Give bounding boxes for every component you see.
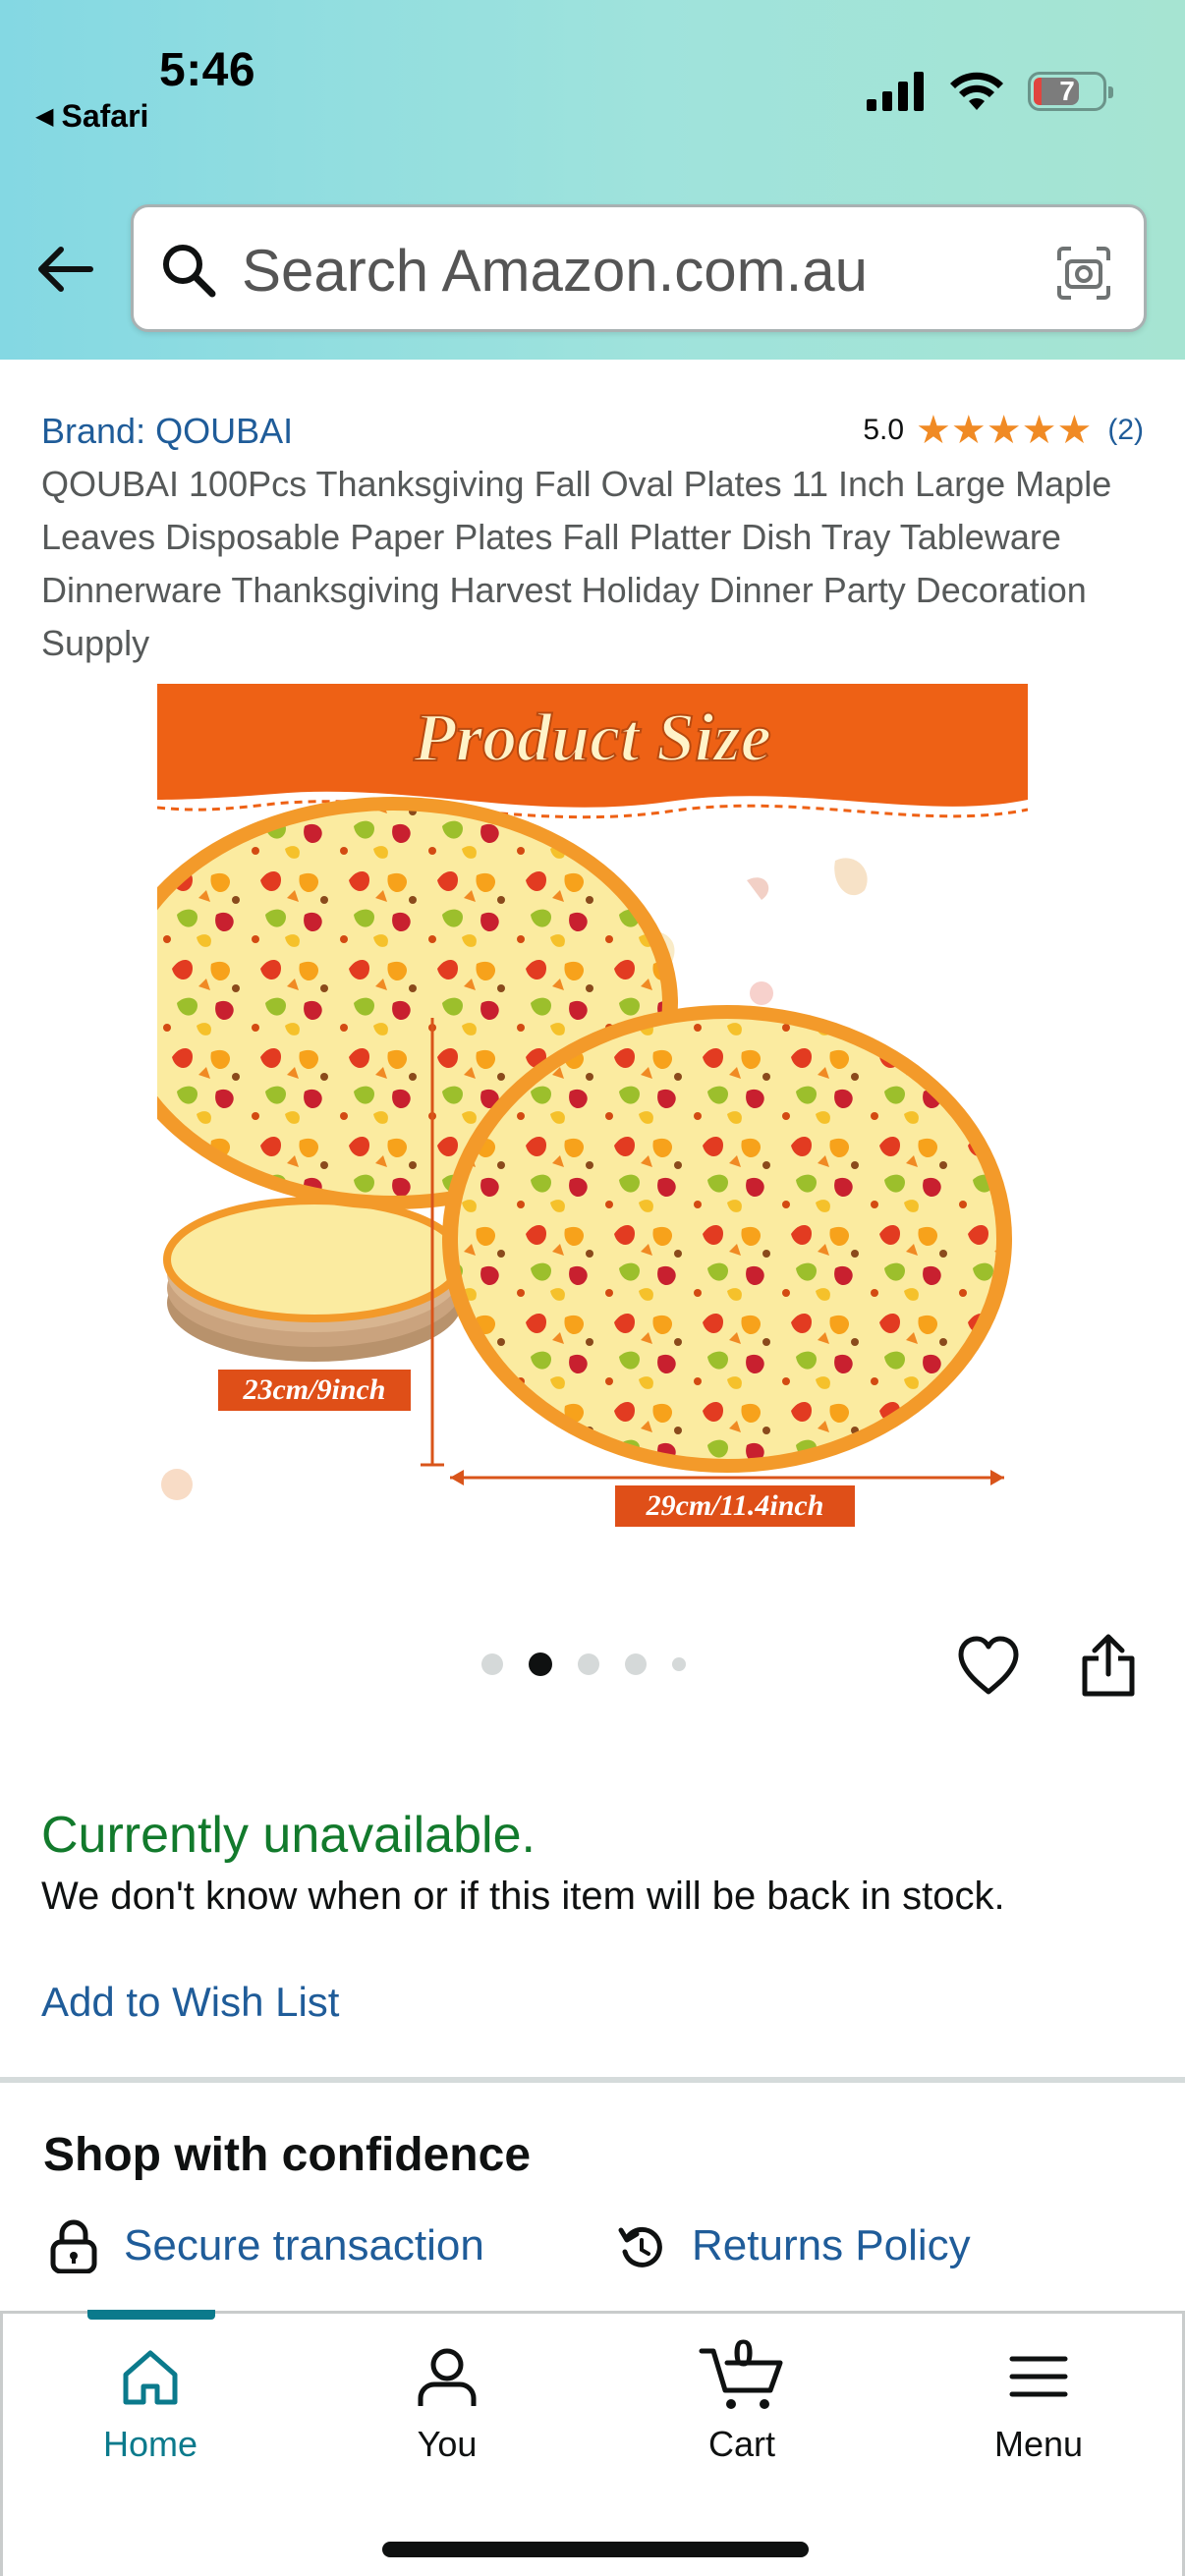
carousel-dot[interactable]	[578, 1653, 599, 1675]
returns-policy-link[interactable]: Returns Policy	[617, 2218, 971, 2273]
person-icon	[418, 2348, 477, 2406]
carousel-dot[interactable]	[672, 1657, 686, 1671]
status-icons: 7	[865, 71, 1113, 112]
nav-cart[interactable]: 0 Cart	[644, 2333, 840, 2465]
shop-with-confidence-heading: Shop with confidence	[43, 2129, 532, 2181]
returns-policy-label: Returns Policy	[692, 2221, 971, 2269]
nav-menu-label: Menu	[993, 2424, 1084, 2464]
search-bar[interactable]	[131, 204, 1147, 332]
back-to-app[interactable]: ◀ Safari	[35, 98, 148, 135]
banner-title: Product Size	[413, 700, 771, 776]
availability-message: We don't know when or if this item will …	[41, 1875, 1005, 1918]
nav-you-label: You	[417, 2424, 478, 2464]
signal-icon	[867, 72, 924, 111]
battery-icon: 7	[1028, 72, 1113, 111]
brand-link[interactable]: Brand: QOUBAI	[41, 411, 293, 452]
carousel-dot[interactable]	[481, 1653, 503, 1675]
share-icon[interactable]	[1079, 1631, 1138, 1698]
home-indicator[interactable]	[382, 2542, 809, 2557]
cart-count: 0	[733, 2333, 755, 2375]
availability-status: Currently unavailable.	[41, 1807, 536, 1864]
nav-you[interactable]: You	[349, 2343, 545, 2465]
back-triangle-icon: ◀	[35, 103, 54, 130]
hamburger-menu-icon	[1009, 2356, 1068, 2397]
product-image[interactable]: Product Size 23cm/9inch 29cm/11.4inch	[157, 684, 1028, 1533]
carousel-dots[interactable]	[481, 1652, 686, 1676]
secure-transaction-label: Secure transaction	[124, 2221, 484, 2269]
top-header: 5:46 ◀ Safari 7	[0, 0, 1185, 360]
bottom-nav: Home You 0 Cart Menu	[0, 2310, 1185, 2576]
section-divider	[0, 2077, 1185, 2083]
heart-icon[interactable]	[955, 1635, 1022, 1698]
camera-search-icon[interactable]	[1053, 243, 1114, 304]
product-title: QOUBAI 100Pcs Thanksgiving Fall Oval Pla…	[41, 464, 1112, 663]
carousel-dot[interactable]	[625, 1653, 647, 1675]
rating-count[interactable]: (2)	[1107, 414, 1144, 447]
carousel-dot-active[interactable]	[529, 1652, 552, 1676]
nav-cart-label: Cart	[707, 2424, 775, 2464]
width-label: 23cm/9inch	[242, 1373, 385, 1406]
nav-home[interactable]: Home	[52, 2343, 249, 2465]
search-icon	[163, 245, 216, 298]
nav-menu[interactable]: Menu	[940, 2343, 1137, 2465]
star-rating-icon: ★★★★★	[916, 409, 1093, 452]
wifi-icon	[950, 72, 1003, 110]
search-input[interactable]	[242, 229, 1047, 311]
back-app-label: Safari	[61, 98, 149, 134]
rating[interactable]: 5.0 ★★★★★ (2)	[863, 411, 1144, 450]
length-label: 29cm/11.4inch	[646, 1489, 824, 1522]
nav-active-indicator	[87, 2310, 215, 2320]
lock-icon	[50, 2219, 97, 2273]
rating-score: 5.0	[863, 414, 905, 446]
battery-level: 7	[1059, 76, 1075, 106]
secure-transaction-link[interactable]: Secure transaction	[49, 2218, 484, 2273]
add-to-wish-list-link[interactable]: Add to Wish List	[41, 1979, 339, 2026]
nav-home-label: Home	[102, 2424, 198, 2464]
back-arrow-icon[interactable]	[33, 238, 96, 301]
returns-icon	[618, 2226, 662, 2268]
home-icon	[123, 2350, 178, 2405]
status-time: 5:46	[159, 44, 256, 96]
